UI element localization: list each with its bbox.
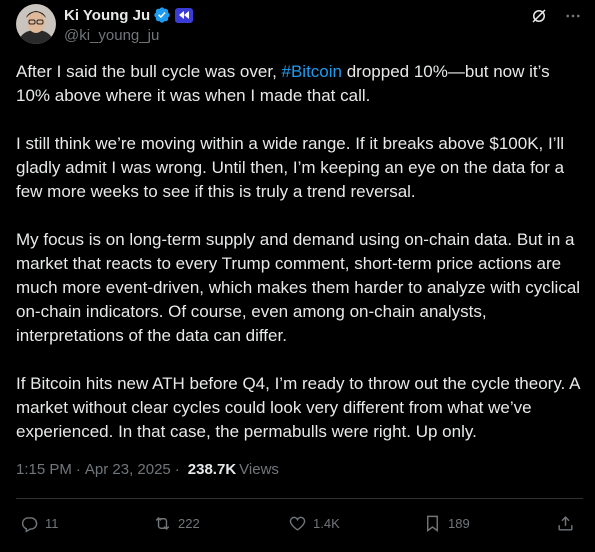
author-names: Ki Young Ju @ki_young_ju [64,5,194,44]
org-badge-icon[interactable] [175,7,194,23]
grok-icon[interactable] [529,6,549,26]
tweet-text: After I said the bull cycle was over, #B… [16,60,584,468]
reply-icon [21,516,38,533]
bookmark-count: 189 [448,515,470,531]
like-count: 1.4K [313,515,340,531]
share-icon [558,515,573,531]
reply-count: 11 [45,515,59,531]
views-label: Views [239,461,279,478]
tweet-meta: 1:15 PM · Apr 23, 2025 · 238.7K Views [16,461,279,478]
timestamp-date[interactable]: Apr 23, 2025 [85,461,171,478]
verified-icon [154,7,170,23]
avatar[interactable] [16,4,56,44]
bookmark-icon [427,515,438,532]
timestamp-time[interactable]: 1:15 PM [16,461,72,478]
tweet-paragraph: I still think we’re moving within a wide… [16,134,565,201]
tweet-paragraph: After I said the bull cycle was over, #B… [16,62,550,105]
action-bar: 11 222 1.4K 189 [16,511,583,535]
display-name[interactable]: Ki Young Ju [64,7,150,24]
repost-count: 222 [178,515,200,531]
repost-button[interactable]: 222 [153,511,200,535]
handle[interactable]: @ki_young_ju [64,27,193,44]
meta-separator: · [75,461,81,478]
divider [16,498,583,499]
bookmark-button[interactable]: 189 [423,511,470,535]
like-button[interactable]: 1.4K [288,511,340,535]
tweet-paragraph: My focus is on long-term supply and dema… [16,230,581,345]
repost-icon [155,516,170,530]
tweet-paragraph: If Bitcoin hits new ATH before Q4, I’m r… [16,374,580,441]
tweet-header: Ki Young Ju @ki_young_ju [16,4,583,48]
views-count: 238.7K [187,461,237,478]
share-button[interactable] [556,511,575,535]
reply-button[interactable]: 11 [20,511,59,535]
hashtag-link[interactable]: #Bitcoin [282,62,342,81]
meta-separator: · [174,461,180,478]
more-icon[interactable] [563,6,583,26]
heart-icon [289,516,306,531]
